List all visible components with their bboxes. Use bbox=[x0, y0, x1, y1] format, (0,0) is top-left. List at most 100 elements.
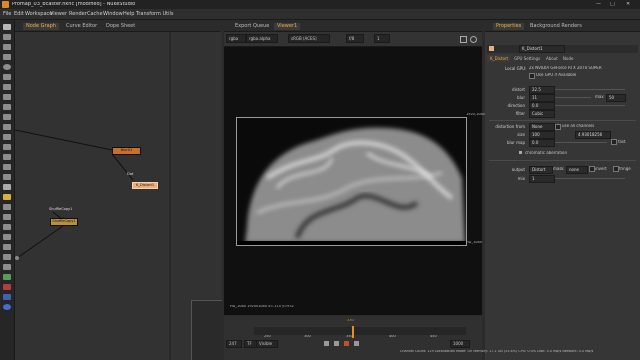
blue-plugin-icon[interactable] bbox=[3, 294, 11, 300]
play-icon[interactable] bbox=[334, 341, 339, 346]
fstop-field[interactable]: f/8 bbox=[346, 34, 364, 43]
keyer-icon[interactable] bbox=[3, 84, 11, 90]
menu-edit[interactable]: Edit bbox=[14, 11, 24, 17]
mix-field[interactable]: 1 bbox=[529, 175, 555, 183]
deep-icon[interactable] bbox=[3, 154, 11, 160]
transform-icon[interactable] bbox=[3, 104, 11, 110]
blur-max-field[interactable]: 50 bbox=[606, 94, 626, 102]
blur-slider[interactable] bbox=[555, 97, 591, 98]
tab-gpu-settings[interactable]: GPU Settings bbox=[511, 55, 543, 62]
menu-viewer[interactable]: Viewer bbox=[50, 11, 67, 17]
tab-background-renders[interactable]: Background Renders bbox=[527, 23, 585, 30]
menu-workspace[interactable]: Workspace bbox=[25, 11, 52, 17]
green-plugin-icon[interactable] bbox=[3, 274, 11, 280]
tab-properties[interactable]: Properties bbox=[493, 23, 525, 30]
distort-field[interactable]: 22.5 bbox=[529, 86, 555, 94]
gizmo-icon[interactable] bbox=[3, 244, 11, 250]
distortion-from-select[interactable]: None bbox=[529, 123, 555, 131]
node-graph-minimap[interactable] bbox=[191, 300, 222, 360]
3d-icon[interactable] bbox=[3, 114, 11, 120]
mask-select[interactable]: none bbox=[566, 166, 588, 174]
menu-help[interactable]: Help bbox=[123, 11, 134, 17]
shuffle-node[interactable]: ShuffleCopy1 bbox=[50, 218, 78, 226]
distort-slider[interactable] bbox=[555, 89, 625, 90]
blur-map-slider[interactable] bbox=[555, 142, 607, 143]
furnace-icon[interactable] bbox=[3, 184, 11, 190]
tab-about[interactable]: About bbox=[543, 55, 561, 62]
tab-curve-editor[interactable]: Curve Editor bbox=[63, 23, 100, 30]
use-gpu-checkbox[interactable] bbox=[529, 73, 535, 79]
minimize-button[interactable]: — bbox=[596, 2, 601, 7]
end-frame-field[interactable]: 1000 bbox=[450, 340, 470, 348]
play-forward-icon[interactable] bbox=[354, 341, 359, 346]
lens-icon[interactable] bbox=[3, 204, 11, 210]
menu-render[interactable]: Render bbox=[69, 11, 87, 17]
node-color-swatch[interactable] bbox=[489, 46, 494, 51]
tab-node[interactable]: Node bbox=[560, 55, 576, 62]
mix-slider[interactable] bbox=[555, 178, 625, 179]
stop-icon[interactable] bbox=[344, 341, 349, 346]
local-gpu-value: 2x NVIDIA GeForce RTX 2070 SUPER bbox=[529, 66, 602, 70]
play-back-icon[interactable] bbox=[324, 341, 329, 346]
start-frame-field[interactable]: 247 bbox=[226, 340, 242, 348]
metadata-icon[interactable] bbox=[3, 134, 11, 140]
settings-icon[interactable] bbox=[470, 36, 477, 43]
fast-checkbox[interactable] bbox=[611, 139, 617, 145]
red-plugin-icon[interactable] bbox=[3, 284, 11, 290]
particles-icon[interactable] bbox=[3, 144, 11, 150]
menu-transform-utils[interactable]: Transform Utils bbox=[136, 11, 173, 17]
merge-icon[interactable] bbox=[3, 94, 11, 100]
size-value-field[interactable]: 4.93018256 bbox=[575, 131, 611, 139]
filter-icon[interactable] bbox=[3, 74, 11, 80]
size-field[interactable]: 100 bbox=[529, 131, 555, 139]
filter-select[interactable]: Cubic bbox=[529, 110, 555, 118]
direction-field[interactable]: 0.0 bbox=[529, 102, 555, 110]
close-button[interactable]: ✕ bbox=[626, 2, 630, 7]
tab-viewer1[interactable]: Viewer1 bbox=[274, 23, 301, 30]
output-select[interactable]: Distort bbox=[529, 166, 553, 174]
globe-icon[interactable] bbox=[3, 304, 11, 310]
image-icon[interactable] bbox=[3, 24, 11, 30]
grade-icon[interactable] bbox=[3, 234, 11, 240]
channel-icon[interactable] bbox=[3, 54, 11, 60]
distort-node[interactable]: K_Distort1 bbox=[132, 182, 158, 189]
node-graph[interactable]: Blur01 Dot K_Distort1 ShuffleCopy1 Shuff… bbox=[15, 32, 222, 360]
tab-export-queue[interactable]: Export Queue bbox=[232, 23, 272, 30]
lock-icon[interactable] bbox=[460, 36, 467, 43]
other-icon[interactable] bbox=[3, 174, 11, 180]
ofx-icon[interactable] bbox=[3, 264, 11, 270]
timeline-track[interactable] bbox=[254, 327, 466, 335]
blur-map-field[interactable]: 0.0 bbox=[529, 139, 555, 147]
toolsets-icon[interactable] bbox=[3, 164, 11, 170]
color-icon[interactable] bbox=[3, 64, 11, 70]
plugin-icon[interactable] bbox=[3, 194, 11, 200]
blur-node[interactable]: Blur01 bbox=[112, 147, 141, 155]
shuffle-node-label: ShuffleCopy1 bbox=[49, 207, 73, 211]
maximize-button[interactable]: □ bbox=[610, 2, 615, 7]
viewer-canvas[interactable]: 1920,1080 HD_1080 HD_1080 1920x1080 x=-1… bbox=[224, 47, 485, 315]
frame-field[interactable]: 1 bbox=[374, 34, 390, 43]
cara-icon[interactable] bbox=[3, 214, 11, 220]
blur-field[interactable]: 11 bbox=[529, 94, 555, 102]
colorspace-select[interactable]: sRGB (ACES) bbox=[288, 34, 330, 43]
use-all-channels-checkbox[interactable] bbox=[555, 124, 561, 130]
menu-file[interactable]: File bbox=[3, 11, 11, 17]
node-name-field[interactable]: K_Distort1 bbox=[519, 45, 565, 53]
tab-k-distort[interactable]: K_Distort bbox=[487, 55, 512, 62]
channel-select[interactable]: rgba.alpha bbox=[246, 34, 278, 43]
layer-select[interactable]: rgba bbox=[226, 34, 246, 43]
menu-cache[interactable]: Cache bbox=[87, 11, 103, 17]
warp-icon[interactable] bbox=[3, 224, 11, 230]
tab-dope-sheet[interactable]: Dope Sheet bbox=[103, 23, 138, 30]
playhead[interactable] bbox=[352, 326, 354, 338]
range-mode-select[interactable]: Visible bbox=[256, 340, 278, 348]
chromatic-collapse-icon[interactable] bbox=[519, 151, 522, 154]
script-icon[interactable] bbox=[3, 254, 11, 260]
direction-slider[interactable] bbox=[555, 105, 625, 106]
draw-icon[interactable] bbox=[3, 34, 11, 40]
menu-window[interactable]: Window bbox=[103, 11, 123, 17]
views-icon[interactable] bbox=[3, 124, 11, 130]
dot-node[interactable] bbox=[15, 256, 19, 260]
time-icon[interactable] bbox=[3, 44, 11, 50]
tab-node-graph[interactable]: Node Graph bbox=[23, 23, 59, 30]
